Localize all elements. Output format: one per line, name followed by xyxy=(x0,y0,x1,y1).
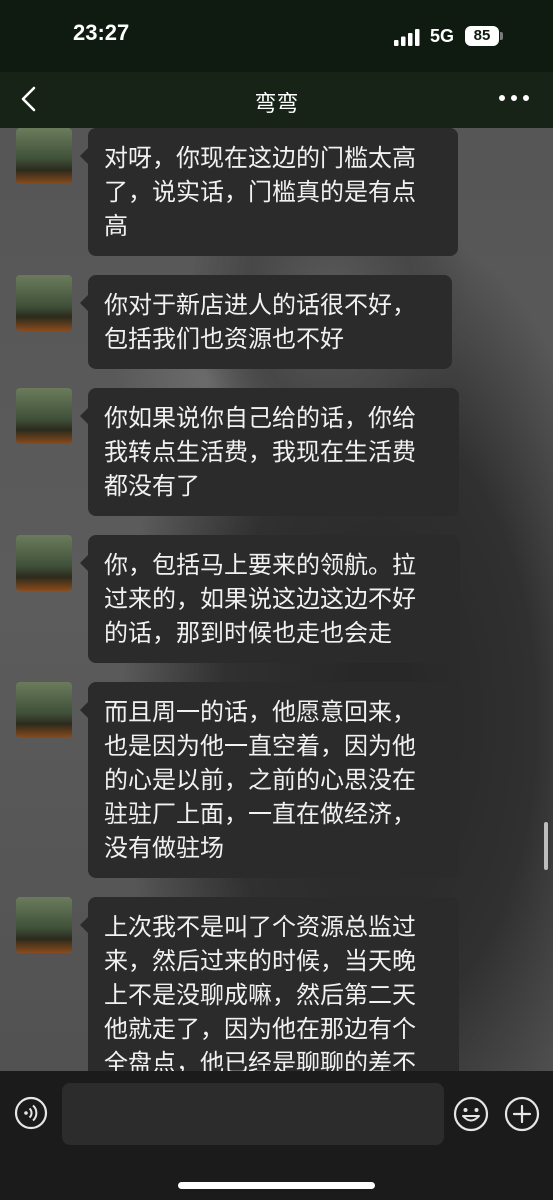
input-bar xyxy=(0,1071,553,1200)
message-bubble[interactable]: 你，包括马上要来的领航。拉 过来的，如果说这边这边不好 的话，那到时候也走也会走 xyxy=(80,535,460,663)
voice-icon[interactable] xyxy=(14,1096,48,1130)
message-line: 没有做驻场 xyxy=(104,834,224,862)
emoji-icon[interactable] xyxy=(453,1096,489,1132)
message-line: 来，然后过来的时候，当天晚 xyxy=(104,947,416,975)
message-line: 驻驻厂上面，一直在做经济， xyxy=(104,800,416,828)
avatar[interactable] xyxy=(16,535,72,591)
message-line: 上不是没聊成嘛，然后第二天 xyxy=(104,981,416,1009)
message-line: 你对于新店进人的话很不好， xyxy=(104,291,416,319)
status-time: 23:27 xyxy=(73,20,130,45)
message-line: 也是因为他一直空着，因为他 xyxy=(104,732,416,760)
chat-header: 弯弯 xyxy=(0,72,553,128)
message-line: 对呀，你现在这边的门槛太高 xyxy=(104,144,416,172)
home-indicator[interactable] xyxy=(178,1182,375,1189)
network-type: 5G xyxy=(430,26,455,46)
message-input[interactable] xyxy=(62,1083,444,1145)
status-bar: 23:27 5G 85 xyxy=(0,0,553,72)
battery-icon: 85 xyxy=(465,26,499,46)
message-bubble[interactable]: 对呀，你现在这边的门槛太高 了，说实话，门槛真的是有点高 xyxy=(80,128,458,256)
message-line: 你，包括马上要来的领航。拉 xyxy=(104,551,416,579)
message-line: 上次我不是叫了个资源总监过 xyxy=(104,913,416,941)
signal-icon xyxy=(394,29,420,46)
message-line: 他就走了，因为他在那边有个 xyxy=(104,1015,416,1043)
message-line: 包括我们也资源也不好 xyxy=(104,325,344,353)
avatar[interactable] xyxy=(16,682,72,738)
message-line: 的心是以前，之前的心思没在 xyxy=(104,766,416,794)
message-bubble[interactable]: 上次我不是叫了个资源总监过 来，然后过来的时候，当天晚 上不是没聊成嘛，然后第二天他… xyxy=(80,897,459,1093)
plus-icon[interactable] xyxy=(504,1096,540,1132)
scrollbar[interactable] xyxy=(544,822,548,870)
chat-title: 弯弯 xyxy=(254,92,299,117)
message-line: 你如果说你自己给的话，你给 xyxy=(104,404,416,432)
avatar[interactable] xyxy=(16,275,72,331)
message-line: 而且周一的话，他愿意回来， xyxy=(104,698,416,726)
avatar[interactable] xyxy=(16,388,72,444)
more-icon[interactable] xyxy=(497,86,531,110)
message-bubble[interactable]: 你对于新店进人的话很不好， 包括我们也资源也不好 xyxy=(80,275,452,369)
message-bubble[interactable]: 你如果说你自己给的话，你给 我转点生活费，我现在生活费 都没有了 xyxy=(80,388,459,516)
message-line: 都没有了 xyxy=(104,472,200,500)
message-line: 我转点生活费，我现在生活费 xyxy=(104,438,416,466)
message-bubble[interactable]: 而且周一的话，他愿意回来， 也是因为他一直空着，因为他 的心是以前，之前的心思没在驻… xyxy=(80,682,459,878)
message-line: 了，说实话，门槛真的是有点 xyxy=(104,178,416,206)
message-line: 过来的，如果说这边这边不好 xyxy=(104,585,416,613)
message-line: 的话，那到时候也走也会走 xyxy=(104,619,392,647)
avatar[interactable] xyxy=(16,128,72,184)
message-line: 高 xyxy=(104,212,128,240)
battery-tip xyxy=(500,32,503,40)
avatar[interactable] xyxy=(16,897,72,953)
